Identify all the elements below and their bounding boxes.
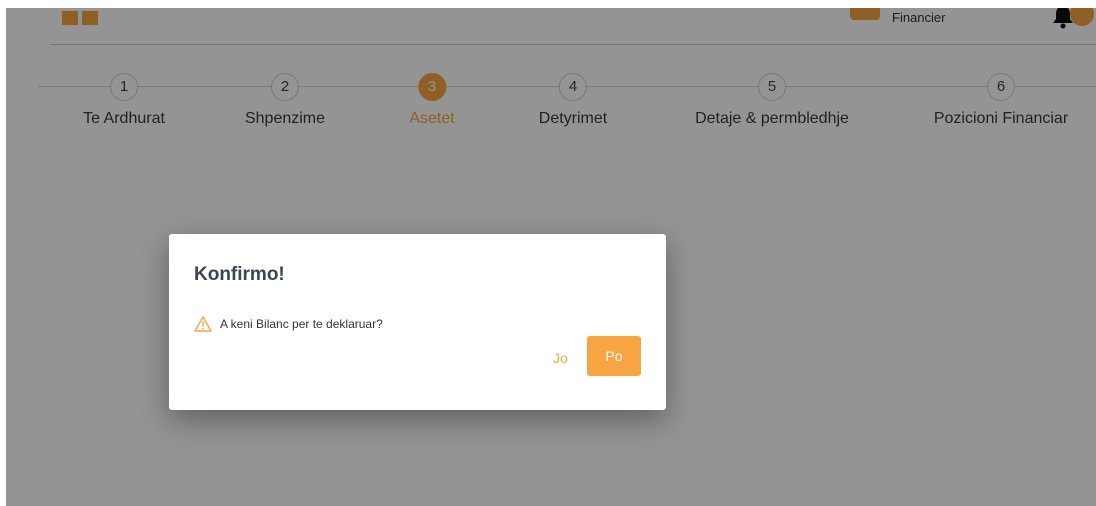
warning-icon — [194, 316, 212, 332]
cancel-button[interactable]: Jo — [549, 342, 572, 374]
app-window: Financier 1 Te Ardhurat 2 Shpenzime 3 As… — [6, 8, 1096, 506]
confirm-dialog: Konfirmo! A keni Bilanc per te deklaruar… — [169, 234, 666, 410]
confirm-button[interactable]: Po — [587, 336, 641, 376]
dialog-message-text: A keni Bilanc per te deklaruar? — [220, 317, 383, 331]
dialog-message: A keni Bilanc per te deklaruar? — [194, 316, 383, 332]
dialog-title: Konfirmo! — [194, 264, 285, 285]
